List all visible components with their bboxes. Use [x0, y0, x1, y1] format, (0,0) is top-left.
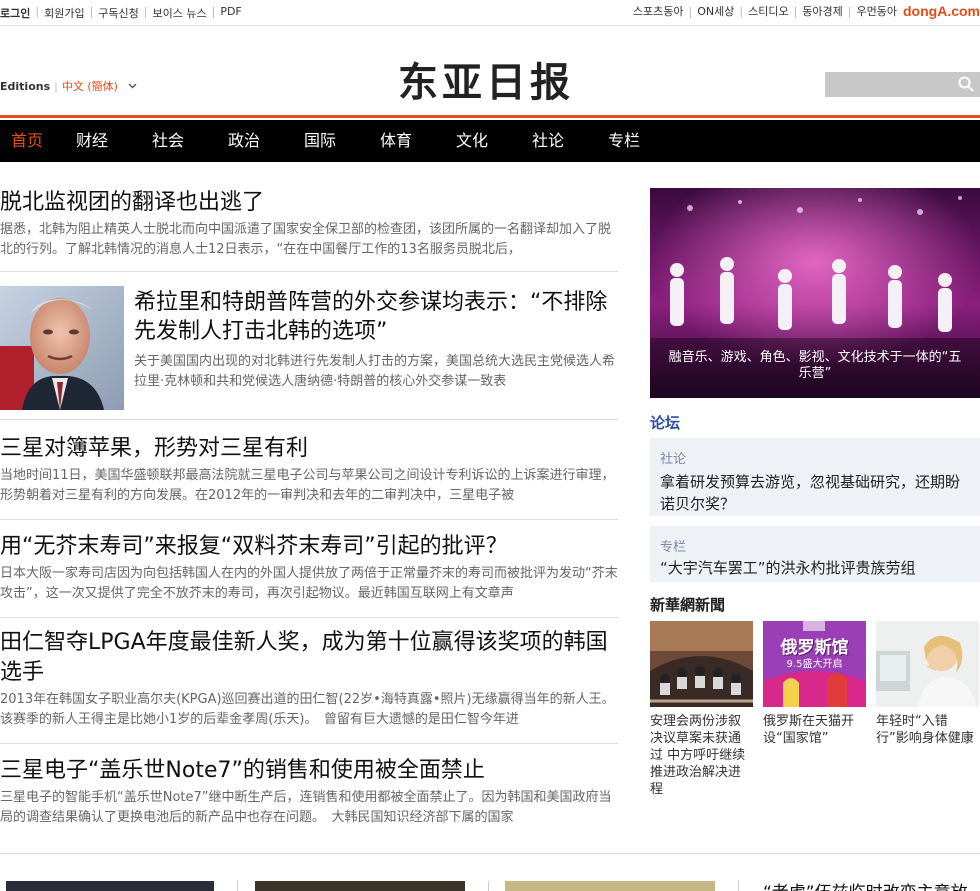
xinhua-photo-un[interactable] [650, 621, 753, 707]
story-summary: 据悉，北韩为阻止精英人士脱北而向中国派遣了国家安全保卫部的检查团，该团所属的一名… [0, 222, 612, 257]
list-item: 脱北监视团的翻译也出逃了 据悉，北韩为阻止精英人士脱北而向中国派遣了国家安全保卫… [0, 186, 618, 272]
forum-category: 专栏 [660, 540, 687, 555]
xinhua-photo-tired-worker[interactable] [876, 621, 979, 707]
donga-com-logo[interactable]: dongA.com [903, 3, 980, 19]
story-list: 脱北监视团的翻译也出逃了 据悉，北韩为阻止精英人士脱北而向中国派遣了国家安全保卫… [0, 186, 618, 846]
russia-banner-sub: 9.5盛大开启 [786, 659, 843, 670]
xinhua-card[interactable]: 年轻时“入错行”影响身体健康 [876, 621, 979, 798]
feature-photo[interactable]: 融音乐、游戏、角色、影视、文化技术于一体的“五乐营” [650, 188, 980, 398]
story-summary: 2013年在韩国女子职业高尔夫(KPGA)巡回赛出道的田仁智(22岁•海特真露•… [0, 692, 615, 727]
nav-society[interactable]: 社会 [130, 120, 206, 162]
on-world-link[interactable]: ON세상 [697, 3, 734, 19]
nav-finance[interactable]: 财经 [54, 120, 130, 162]
nav-politics[interactable]: 政治 [206, 120, 282, 162]
xinhua-card[interactable]: 安理会两份涉叙决议草案未获通过 中方呼吁继续推进政治解决进程 [650, 621, 753, 798]
utility-bar: 로그인 | 회원가입 | 구독신청 | 보이스 뉴스 | PDF 스포츠동아 | ON세상… [0, 0, 980, 26]
bottom-photo[interactable] [255, 881, 465, 891]
main-nav: 首页 财经 社会 政治 国际 体育 文化 社论 专栏 [0, 120, 980, 162]
forum-item[interactable]: 专栏 “大宇汽车罢工”的洪永杓批评贵族劳组 [650, 526, 980, 582]
forum-title[interactable]: “大宇汽车罢工”的洪永杓批评贵族劳组 [660, 557, 970, 579]
list-item: 希拉里和特朗普阵营的外交参谋均表示：“不排除先发制人打击北韩的选项” 关于美国国… [0, 272, 618, 420]
story-headline[interactable]: 田仁智夺LPGA年度最佳新人奖，成为第十位赢得该奖项的韩国选手 [0, 630, 608, 685]
story-summary: 当地时间11日，美国华盛顿联邦最高法院就三星电子公司与苹果公司之间设计专利诉讼的… [0, 468, 615, 503]
xinhua-cards: 安理会两份涉叙决议草案未获通过 中方呼吁继续推进政治解决进程 俄罗斯馆 9.5盛… [650, 621, 980, 798]
story-summary: 日本大阪一家寿司店因为向包括韩国人在内的外国人提供放了两倍于正常量芥末的寿司而被… [0, 566, 618, 601]
xinhua-card[interactable]: 俄罗斯馆 9.5盛大开启 俄罗斯在天猫开设“国家馆” [763, 621, 866, 798]
edition-language[interactable]: 中文 (簡体) [62, 78, 118, 94]
bottom-photo[interactable] [505, 881, 715, 891]
forum-title[interactable]: 拿着研发预算去游览，忽视基础研究，还期盼诺贝尔奖？ [660, 471, 970, 515]
search-icon[interactable] [958, 76, 974, 92]
list-item: 三星对簿苹果，形势对三星有利 当地时间11日，美国华盛顿联邦最高法院就三星电子公… [0, 420, 618, 520]
sidebar: 融音乐、游戏、角色、影视、文化技术于一体的“五乐营” 论坛 社论 拿着研发预算去… [650, 188, 980, 798]
feature-caption[interactable]: 融音乐、游戏、角色、影视、文化技术于一体的“五乐营” [664, 350, 966, 382]
nav-editorial[interactable]: 社论 [510, 120, 586, 162]
story-headline[interactable]: 三星电子“盖乐世Note7”的销售和使用被全面禁止 [0, 758, 485, 783]
pdf-link[interactable]: PDF [220, 5, 241, 21]
utility-links-left: 로그인 | 회원가입 | 구독신청 | 보이스 뉴스 | PDF [0, 5, 242, 21]
xinhua-caption[interactable]: 年轻时“入错行”影响身体健康 [876, 713, 979, 747]
xinhua-heading: 新華網新聞 [650, 596, 726, 614]
list-item: 田仁智夺LPGA年度最佳新人奖，成为第十位赢得该奖项的韩国选手 2013年在韩国… [0, 618, 618, 744]
search-input[interactable] [825, 72, 950, 97]
editions-label: Editions [0, 79, 51, 93]
nav-column[interactable]: 专栏 [586, 120, 662, 162]
site-logo[interactable]: 东亚日报 [398, 50, 574, 108]
forum-item[interactable]: 社论 拿着研发预算去游览，忽视基础研究，还期盼诺贝尔奖？ [650, 438, 980, 516]
forum-category: 社论 [660, 452, 687, 467]
story-photo[interactable] [0, 286, 124, 410]
utility-links-right: 스포츠동아 | ON세상 | 스티디오 | 동아경제 | 우먼동아 dongA.com [632, 3, 980, 19]
xinhua-caption[interactable]: 安理会两份涉叙决议草案未获通过 中方呼吁继续推进政治解决进程 [650, 713, 753, 798]
xinhua-caption[interactable]: 俄罗斯在天猫开设“国家馆” [763, 713, 866, 747]
studio-link[interactable]: 스티디오 [748, 3, 788, 19]
donga-economy-link[interactable]: 동아경제 [802, 3, 842, 19]
subscribe-link[interactable]: 구독신청 [98, 5, 138, 21]
forum-heading: 论坛 [650, 414, 681, 432]
chevron-down-icon[interactable] [128, 81, 137, 92]
story-headline[interactable]: 脱北监视团的翻译也出逃了 [0, 190, 264, 215]
list-item: 用“无芥末寿司”来报复“双料芥末寿司”引起的批评？ 日本大阪一家寿司店因为向包括… [0, 520, 618, 618]
signup-link[interactable]: 회원가입 [44, 5, 84, 21]
nav-international[interactable]: 国际 [282, 120, 358, 162]
bottom-strip: “老虎”伍兹临时改变主意放 [0, 853, 980, 891]
nav-culture[interactable]: 文化 [434, 120, 510, 162]
masthead: Editions | 中文 (簡体) 东亚日报 [0, 26, 980, 118]
woman-donga-link[interactable]: 우먼동아 [857, 3, 897, 19]
bottom-photo[interactable] [6, 881, 214, 891]
xinhua-photo-russia-pavilion[interactable]: 俄罗斯馆 9.5盛大开启 [763, 621, 866, 707]
story-summary: 三星电子的智能手机“盖乐世Note7”继中断生产后，连销售和使用都被全面禁止了。… [0, 790, 612, 825]
bottom-headline[interactable]: “老虎”伍兹临时改变主意放 [763, 878, 968, 891]
search-box [825, 72, 980, 97]
nav-home[interactable]: 首页 [0, 120, 54, 162]
story-headline[interactable]: 三星对簿苹果，形势对三星有利 [0, 436, 308, 461]
editions-selector[interactable]: Editions | 中文 (簡体) [0, 78, 137, 94]
nav-sports[interactable]: 体育 [358, 120, 434, 162]
story-summary: 关于美国国内出现的对北韩进行先发制人打击的方案，美国总统大选民主党候选人希拉里·… [134, 354, 616, 389]
story-headline[interactable]: 用“无芥末寿司”来报复“双料芥末寿司”引起的批评？ [0, 534, 508, 559]
story-headline[interactable]: 希拉里和特朗普阵营的外交参谋均表示：“不排除先发制人打击北韩的选项” [134, 290, 607, 344]
sports-donga-link[interactable]: 스포츠동아 [633, 3, 684, 19]
voice-news-link[interactable]: 보이스 뉴스 [153, 5, 207, 21]
login-link[interactable]: 로그인 [0, 5, 30, 21]
list-item: 三星电子“盖乐世Note7”的销售和使用被全面禁止 三星电子的智能手机“盖乐世N… [0, 744, 618, 846]
